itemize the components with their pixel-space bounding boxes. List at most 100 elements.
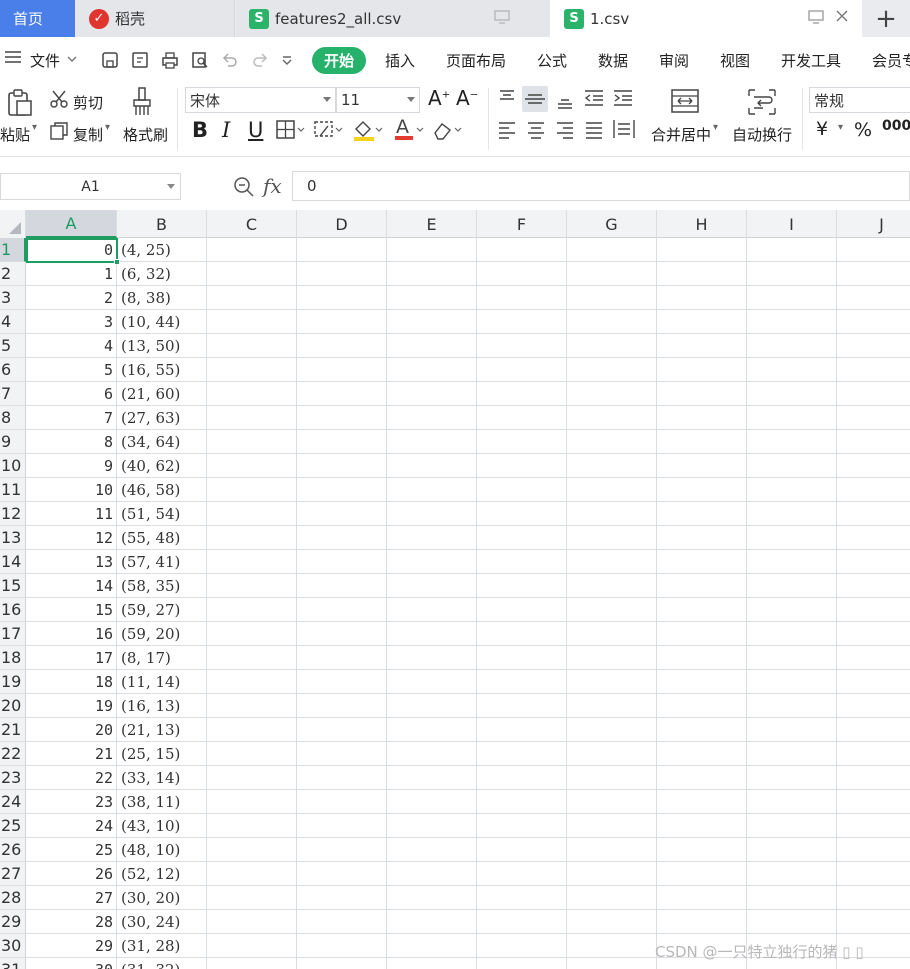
distributed-align-icon[interactable] — [612, 118, 636, 144]
cell-b[interactable]: (46, 58) — [117, 478, 207, 502]
more-chevron-icon[interactable] — [280, 53, 300, 73]
cell-empty[interactable] — [477, 454, 567, 478]
cell-empty[interactable] — [477, 406, 567, 430]
cell-a[interactable]: 15 — [26, 598, 117, 622]
cell-empty[interactable] — [387, 742, 477, 766]
decrease-font-icon[interactable]: A− — [456, 86, 478, 110]
cell-empty[interactable] — [657, 862, 747, 886]
scissors-icon[interactable] — [48, 88, 70, 114]
cell-empty[interactable] — [567, 454, 657, 478]
cell-empty[interactable] — [297, 478, 387, 502]
cell-empty[interactable] — [567, 742, 657, 766]
cell-empty[interactable] — [297, 334, 387, 358]
cell-empty[interactable] — [567, 838, 657, 862]
cell-empty[interactable] — [837, 574, 910, 598]
cell-b[interactable]: (55, 48) — [117, 526, 207, 550]
cell-a[interactable]: 1 — [26, 262, 117, 286]
cell-b[interactable]: (4, 25) — [117, 238, 207, 262]
cell-empty[interactable] — [837, 622, 910, 646]
cell-b[interactable]: (48, 10) — [117, 838, 207, 862]
cell-empty[interactable] — [567, 598, 657, 622]
cell-a[interactable]: 17 — [26, 646, 117, 670]
cell-empty[interactable] — [837, 550, 910, 574]
cell-empty[interactable] — [297, 382, 387, 406]
row-header[interactable]: 19 — [0, 670, 26, 694]
row-header[interactable]: 21 — [0, 718, 26, 742]
cell-empty[interactable] — [207, 886, 297, 910]
cell-empty[interactable] — [207, 838, 297, 862]
cell-empty[interactable] — [567, 550, 657, 574]
cell-empty[interactable] — [657, 646, 747, 670]
cell-empty[interactable] — [567, 694, 657, 718]
cell-empty[interactable] — [207, 622, 297, 646]
clear-format-icon[interactable] — [432, 120, 464, 144]
cell-empty[interactable] — [567, 814, 657, 838]
cell-empty[interactable] — [657, 574, 747, 598]
cell-a[interactable]: 27 — [26, 886, 117, 910]
format-painter-icon[interactable] — [130, 86, 160, 122]
cell-empty[interactable] — [657, 742, 747, 766]
cell-empty[interactable] — [477, 910, 567, 934]
cell-empty[interactable] — [477, 334, 567, 358]
cell-b[interactable]: (8, 17) — [117, 646, 207, 670]
cell-empty[interactable] — [207, 646, 297, 670]
cell-b[interactable]: (51, 54) — [117, 502, 207, 526]
row-header[interactable]: 17 — [0, 622, 26, 646]
cell-empty[interactable] — [207, 286, 297, 310]
cell-b[interactable]: (13, 50) — [117, 334, 207, 358]
cell-empty[interactable] — [657, 814, 747, 838]
cell-empty[interactable] — [657, 286, 747, 310]
column-header-g[interactable]: G — [567, 210, 657, 238]
cell-empty[interactable] — [567, 478, 657, 502]
cell-empty[interactable] — [297, 670, 387, 694]
row-header[interactable]: 22 — [0, 742, 26, 766]
cell-b[interactable]: (27, 63) — [117, 406, 207, 430]
cell-a[interactable]: 12 — [26, 526, 117, 550]
cell-empty[interactable] — [387, 286, 477, 310]
cell-empty[interactable] — [837, 238, 910, 262]
cell-empty[interactable] — [477, 790, 567, 814]
cell-empty[interactable] — [657, 718, 747, 742]
cell-empty[interactable] — [297, 550, 387, 574]
cell-empty[interactable] — [567, 766, 657, 790]
cell-empty[interactable] — [387, 718, 477, 742]
chevron-down-icon[interactable]: ▾ — [105, 122, 110, 133]
cell-b[interactable]: (16, 13) — [117, 694, 207, 718]
cell-empty[interactable] — [837, 382, 910, 406]
cell-empty[interactable] — [297, 958, 387, 969]
cell-empty[interactable] — [207, 814, 297, 838]
cell-empty[interactable] — [837, 526, 910, 550]
row-header[interactable]: 15 — [0, 574, 26, 598]
cell-empty[interactable] — [747, 238, 837, 262]
align-bottom-icon[interactable] — [555, 88, 575, 114]
row-header[interactable]: 20 — [0, 694, 26, 718]
column-header-b[interactable]: B — [117, 210, 207, 238]
row-header[interactable]: 27 — [0, 862, 26, 886]
cell-a[interactable]: 4 — [26, 334, 117, 358]
merge-center-button[interactable]: 合并居中 — [651, 124, 711, 145]
cell-empty[interactable] — [837, 478, 910, 502]
cell-empty[interactable] — [657, 478, 747, 502]
cell-empty[interactable] — [297, 694, 387, 718]
menu-dev-tools[interactable]: 开发工具 — [781, 50, 841, 71]
cell-empty[interactable] — [207, 574, 297, 598]
cell-empty[interactable] — [747, 358, 837, 382]
cell-empty[interactable] — [657, 382, 747, 406]
cell-empty[interactable] — [567, 886, 657, 910]
cell-empty[interactable] — [477, 382, 567, 406]
cell-empty[interactable] — [477, 622, 567, 646]
cell-empty[interactable] — [747, 406, 837, 430]
copy-button[interactable]: 复制 — [73, 124, 103, 145]
cell-empty[interactable] — [837, 814, 910, 838]
cell-a[interactable]: 23 — [26, 790, 117, 814]
cell-empty[interactable] — [297, 910, 387, 934]
cell-empty[interactable] — [387, 502, 477, 526]
cell-empty[interactable] — [207, 934, 297, 958]
cell-empty[interactable] — [657, 334, 747, 358]
column-header-c[interactable]: C — [207, 210, 297, 238]
cell-empty[interactable] — [387, 694, 477, 718]
cell-empty[interactable] — [387, 262, 477, 286]
cell-empty[interactable] — [837, 406, 910, 430]
row-header[interactable]: 5 — [0, 334, 26, 358]
cell-empty[interactable] — [657, 526, 747, 550]
